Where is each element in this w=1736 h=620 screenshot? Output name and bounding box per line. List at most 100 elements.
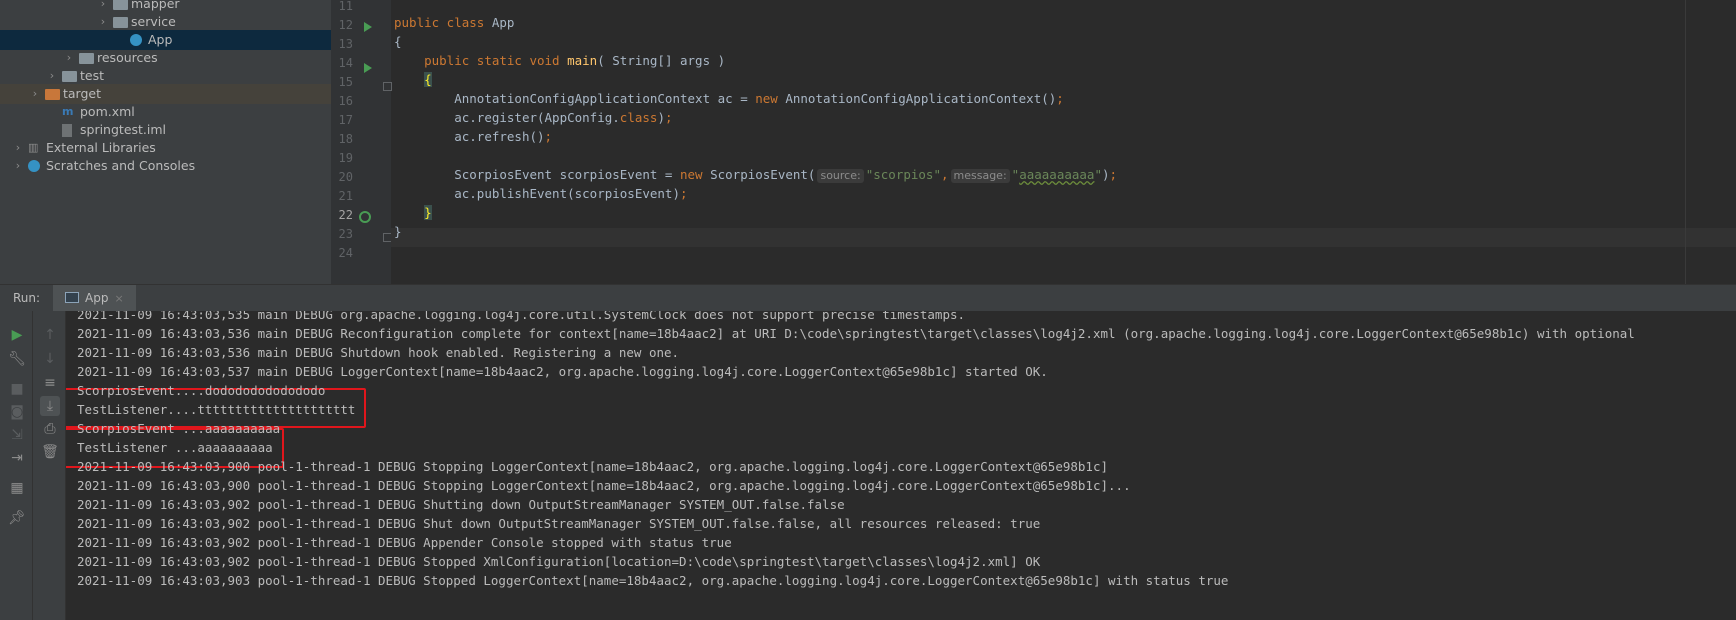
tree-item-springtest-iml[interactable]: springtest.iml: [0, 120, 331, 140]
console-line: TestListener....ttttttttttttttttttttt: [77, 402, 356, 417]
chevron-right-icon[interactable]: ›: [12, 138, 24, 158]
code-line-12[interactable]: public class App: [394, 15, 514, 30]
tree-item-pom-xml[interactable]: m pom.xml: [0, 102, 331, 122]
run-tab-app[interactable]: App ×: [53, 285, 136, 312]
down-arrow-icon[interactable]: ↓: [40, 349, 60, 369]
tree-item-label: target: [63, 86, 102, 101]
run-panel-header: Run: App ×: [0, 284, 1736, 312]
run-main-icon[interactable]: [364, 63, 372, 73]
code-text: ScorpiosEvent scorpiosEvent =: [454, 167, 680, 182]
comma: ,: [940, 167, 949, 182]
stop-icon[interactable]: ■: [7, 379, 27, 399]
console-line: 2021-11-09 16:43:03,902 pool-1-thread-1 …: [77, 497, 845, 512]
code-line-13[interactable]: {: [394, 34, 402, 49]
code-line-14[interactable]: public static void main( String[] args ): [394, 53, 725, 68]
code-line-18[interactable]: ac.refresh();: [394, 129, 552, 144]
editor-gutter: 11 12 13 14 15 16 17 18 19 20 21 22 23 24: [331, 0, 392, 284]
chevron-right-icon[interactable]: ›: [46, 66, 58, 86]
line-number: 17: [338, 113, 353, 127]
semicolon: ;: [1056, 91, 1064, 106]
chevron-right-icon[interactable]: ›: [97, 12, 109, 32]
login-icon[interactable]: ⇥: [7, 448, 27, 468]
chevron-right-icon[interactable]: ›: [29, 84, 41, 104]
line-number: 21: [338, 189, 353, 203]
tree-item-external-libraries[interactable]: › ▥ External Libraries: [0, 138, 331, 158]
trash-icon[interactable]: 🗑︎: [40, 442, 60, 462]
camera-icon[interactable]: ◙: [7, 402, 27, 422]
string-literal: "scorpios": [865, 167, 941, 182]
code-line-15[interactable]: {: [394, 72, 432, 87]
semicolon: ;: [680, 186, 688, 201]
scratch-icon: [28, 160, 40, 172]
tree-item-label: test: [80, 68, 105, 83]
code-text: ): [1102, 167, 1110, 182]
java-class-icon: [130, 34, 142, 46]
fold-icon[interactable]: [383, 82, 392, 91]
console-line: ScorpiosEvent....dodododododododo: [77, 383, 326, 398]
exit-icon[interactable]: ⇲: [7, 425, 27, 445]
tree-item-label: springtest.iml: [80, 122, 167, 137]
code-line-23[interactable]: }: [394, 224, 402, 239]
folder-icon: [113, 0, 128, 10]
line-number: 20: [338, 170, 353, 184]
tree-item-resources[interactable]: › resources: [0, 48, 331, 68]
console-line: TestListener ...aaaaaaaaaa: [77, 440, 273, 455]
method-name: main: [567, 53, 598, 68]
pin-icon[interactable]: 📌︎: [7, 508, 27, 528]
class-name: App: [484, 15, 515, 30]
semicolon: ;: [1109, 167, 1118, 182]
console-line: 2021-11-09 16:43:03,903 pool-1-thread-1 …: [77, 573, 1229, 588]
code-line-22[interactable]: }: [394, 205, 432, 220]
wrench-icon[interactable]: 🔧︎: [7, 349, 27, 369]
console-line: 2021-11-09 16:43:03,902 pool-1-thread-1 …: [77, 516, 1041, 531]
keyword: public static void: [424, 53, 560, 68]
code-text: AnnotationConfigApplicationContext(): [777, 91, 1057, 106]
tree-item-service[interactable]: › service: [0, 12, 331, 32]
console-line: 2021-11-09 16:43:03,902 pool-1-thread-1 …: [77, 535, 732, 550]
code-text: ScorpiosEvent(: [702, 167, 816, 182]
code-line-21[interactable]: ac.publishEvent(scorpiosEvent);: [394, 186, 688, 201]
line-number: 23: [338, 227, 353, 241]
console-line: ScorpiosEvent ...aaaaaaaaaa: [77, 421, 281, 436]
event-listener-icon[interactable]: [359, 211, 371, 223]
string-quote: ": [1094, 167, 1102, 182]
up-arrow-icon[interactable]: ↑: [40, 325, 60, 345]
matched-brace: }: [424, 205, 432, 220]
console-icon: [65, 292, 79, 303]
project-tree-panel: › mapper › service App › resources › test › target…: [0, 0, 331, 284]
folder-icon: [79, 53, 94, 64]
chevron-right-icon[interactable]: ›: [12, 156, 24, 176]
tree-item-test[interactable]: › test: [0, 66, 331, 86]
tree-item-app[interactable]: App: [0, 30, 331, 50]
matched-brace: {: [424, 72, 432, 87]
code-line-16[interactable]: AnnotationConfigApplicationContext ac = …: [394, 91, 1064, 106]
line-number: 13: [338, 37, 353, 51]
chevron-right-icon[interactable]: ›: [63, 48, 75, 68]
close-icon[interactable]: ×: [114, 292, 123, 305]
keyword: new: [680, 167, 703, 182]
code-line-17[interactable]: ac.register(AppConfig.class);: [394, 110, 672, 125]
keyword: public class: [394, 15, 485, 30]
run-class-icon[interactable]: [364, 22, 372, 32]
line-number: 11: [338, 0, 353, 13]
tree-item-target[interactable]: › target: [0, 84, 331, 104]
folder-icon: [113, 17, 128, 28]
semicolon: ;: [544, 129, 553, 144]
tree-item-scratches-and-consoles[interactable]: › Scratches and Consoles: [0, 156, 331, 176]
line-number: 16: [338, 94, 353, 108]
folder-icon: [45, 89, 60, 100]
file-icon: [62, 124, 72, 137]
scroll-to-end-icon[interactable]: ⤓: [40, 396, 60, 416]
code-editor[interactable]: 11 12 13 14 15 16 17 18 19 20 21 22 23 24 public clas…: [331, 0, 1736, 284]
layout-icon[interactable]: ▦: [7, 478, 27, 498]
string-literal-typo: aaaaaaaaaa: [1019, 167, 1095, 182]
console-line: 2021-11-09 16:43:03,900 pool-1-thread-1 …: [77, 478, 1131, 493]
param-hint-source: source:: [817, 169, 864, 183]
console-output[interactable]: 2021-11-09 16:43:03,535 main DEBUG org.a…: [66, 311, 1736, 620]
maven-file-icon: m: [62, 105, 74, 118]
code-line-20[interactable]: ScorpiosEvent scorpiosEvent = new Scorpi…: [394, 167, 1117, 183]
print-icon[interactable]: ⎙: [40, 419, 60, 439]
soft-wrap-icon[interactable]: ≡: [40, 373, 60, 393]
run-icon[interactable]: ▶: [7, 325, 27, 345]
line-number: 22: [338, 208, 353, 222]
